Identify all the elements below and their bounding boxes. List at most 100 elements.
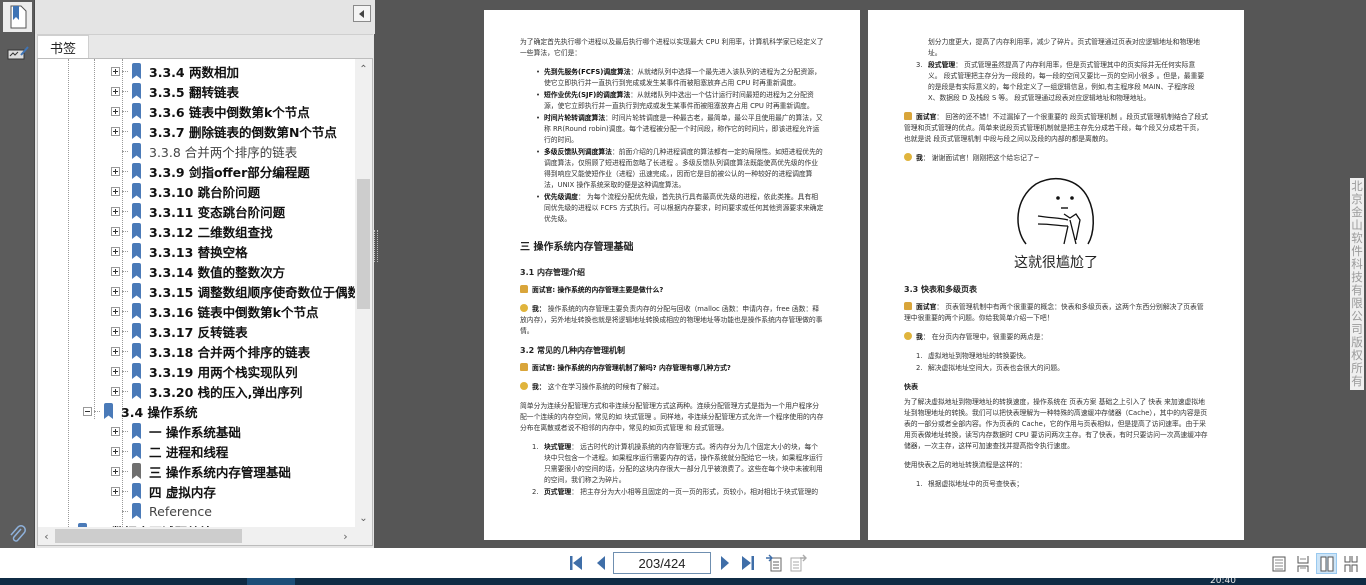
attachments-panel-button[interactable] xyxy=(3,520,32,550)
signature-panel-button[interactable] xyxy=(3,38,32,68)
scroll-left-icon[interactable]: ‹ xyxy=(38,527,55,545)
bookmark-item[interactable]: 3.3.17 反转链表 xyxy=(111,321,248,341)
bookmark-icon xyxy=(132,223,141,239)
bookmark-label: 3.3.11 变态跳台阶问题 xyxy=(149,204,286,220)
tree-connector xyxy=(122,230,128,232)
scroll-right-icon[interactable]: › xyxy=(337,527,354,545)
expand-icon[interactable] xyxy=(111,386,120,396)
bookmark-icon xyxy=(132,323,141,339)
list-item-text: ： 页式管理虽然提高了内存利用率，但是页式管理其中的页实际并无任何实际意义。 段… xyxy=(928,61,1205,102)
bookmark-icon xyxy=(132,123,141,139)
bookmark-item[interactable]: 3.3.14 数值的整数次方 xyxy=(111,261,285,281)
list-item: 时间片轮转调度算法：时间片轮转调度是一种最古老，最简单，最公平且使用最广的算法，… xyxy=(536,113,824,146)
bookmark-label: Reference xyxy=(149,503,212,519)
points-list: 1. 虚拟地址到物理地址的转换要快。 2. 解决虚拟地址空间大，页表也会很大的问题。 xyxy=(916,351,1208,374)
question-text: 面试官: 操作系统的内存管理机制了解吗? 内存管理有哪几种方式? xyxy=(532,364,731,372)
bookmark-item[interactable]: 3.3.10 跳台阶问题 xyxy=(111,181,260,201)
expand-icon[interactable] xyxy=(111,66,120,76)
bookmark-item[interactable]: 二 进程和线程 xyxy=(111,441,228,461)
list-item: 1. 块式管理： 远古时代的计算机操系统的内存管理方式。将内存分为几个固定大小的块… xyxy=(532,442,824,486)
bookmark-item[interactable]: 3.3.7 删除链表的倒数第N个节点 xyxy=(111,121,337,141)
expand-icon[interactable] xyxy=(111,326,120,336)
bookmark-item[interactable]: 3.3.4 两数相加 xyxy=(111,61,239,81)
bookmark-item[interactable]: 3.3.18 合并两个排序的链表 xyxy=(111,341,310,361)
vertical-scrollbar[interactable]: ⌃ ⌄ xyxy=(355,59,372,527)
document-view: 为了确定首先执行哪个进程以及最后执行哪个进程以实现最大 CPU 利用率，计算机科… xyxy=(378,0,1366,548)
view-two-page-continuous-button[interactable] xyxy=(1340,553,1361,574)
expand-icon[interactable] xyxy=(111,266,120,276)
bookmark-item[interactable]: 3.4 操作系统 xyxy=(83,401,198,421)
bookmark-tree: 3.3.4 两数相加 3.3.5 翻转链表 3.3.6 链表中倒数第k个节点 3.3.… xyxy=(38,59,356,527)
bookmark-item[interactable]: 3.3.19 用两个栈实现队列 xyxy=(111,361,298,381)
expand-icon[interactable] xyxy=(111,126,120,136)
previous-page-button[interactable] xyxy=(592,554,610,572)
list-item: 2. 解决虚拟地址空间大，页表也会很大的问题。 xyxy=(916,363,1208,374)
bookmark-item[interactable]: 3.3.15 调整数组顺序使奇数位于偶数前面 xyxy=(111,281,356,301)
taskbar-active-app[interactable] xyxy=(247,578,295,585)
bookmark-label: 3.3.18 合并两个排序的链表 xyxy=(149,344,311,360)
scroll-up-icon[interactable]: ⌃ xyxy=(355,61,372,78)
interviewer-question: 面试官： 页表管理机制中有两个很重要的概念：快表和多级页表，这两个东西分别解决了… xyxy=(904,302,1208,324)
expand-icon[interactable] xyxy=(111,246,120,256)
expand-icon[interactable] xyxy=(111,106,120,116)
page-number-input[interactable] xyxy=(613,552,711,574)
expand-icon[interactable] xyxy=(111,186,120,196)
list-item: 3. 段式管理： 页式管理虽然提高了内存利用率，但是页式管理其中的页实际并无任何实… xyxy=(916,60,1208,104)
expand-icon[interactable] xyxy=(111,366,120,376)
last-page-button[interactable] xyxy=(739,554,757,572)
bookmark-item[interactable]: 3.3.20 栈的压入,弹出序列 xyxy=(111,381,302,401)
bookmark-item[interactable]: 3.3.8 合并两个排序的链表 xyxy=(111,141,297,161)
meme-drawing xyxy=(1017,177,1094,245)
interviewer-icon xyxy=(904,112,912,120)
expand-icon[interactable] xyxy=(111,226,120,236)
bookmark-item[interactable]: 一 操作系统基础 xyxy=(111,421,241,441)
previous-view-button[interactable] xyxy=(765,554,783,572)
tree-connector xyxy=(122,150,128,152)
bookmark-item[interactable]: 3.3.6 链表中倒数第k个节点 xyxy=(111,101,310,121)
continuous-page-icon xyxy=(1297,555,1308,572)
bookmark-item[interactable]: Reference xyxy=(111,501,212,521)
expand-icon[interactable] xyxy=(111,426,120,436)
expand-icon[interactable] xyxy=(111,466,120,476)
bookmark-label: 3.3.6 链表中倒数第k个节点 xyxy=(149,104,310,120)
left-icon-rail xyxy=(0,0,34,548)
bookmarks-panel-button[interactable] xyxy=(3,2,32,32)
bookmark-item[interactable]: 3.3.12 二维数组查找 xyxy=(111,221,273,241)
scrollbar-thumb[interactable] xyxy=(357,179,370,309)
bookmark-item[interactable]: 3.3.11 变态跳台阶问题 xyxy=(111,201,285,221)
tab-bookmarks[interactable]: 书签 xyxy=(37,35,89,59)
next-view-button[interactable] xyxy=(789,554,807,572)
expand-icon[interactable] xyxy=(111,86,120,96)
expand-icon[interactable] xyxy=(111,306,120,316)
scroll-down-icon[interactable]: ⌄ xyxy=(355,510,372,527)
bookmark-label: 一 操作系统基础 xyxy=(149,424,241,440)
bookmark-item[interactable]: 四 虚拟内存 xyxy=(111,481,216,501)
horizontal-scrollbar-thumb[interactable] xyxy=(55,529,242,543)
bookmark-icon xyxy=(132,303,141,319)
list-item: 先到先服务(FCFS)调度算法：从就绪队列中选择一个最先进入该队列的进程为之分配… xyxy=(536,67,824,89)
collapse-panel-button[interactable] xyxy=(353,5,371,22)
flow-intro: 使用快表之后的地址转换流程是这样的： xyxy=(904,461,1027,469)
view-two-page-button[interactable] xyxy=(1316,553,1337,574)
tree-connector xyxy=(122,330,128,332)
collapse-icon[interactable] xyxy=(83,406,92,416)
bookmark-item[interactable]: 三 操作系统内存管理基础 xyxy=(111,461,291,481)
view-continuous-button[interactable] xyxy=(1292,553,1313,574)
bookmark-item[interactable]: 3.3.13 替换空格 xyxy=(111,241,248,261)
list-item: 多级反馈队列调度算法：前面介绍的几种进程调度的算法都有一定的局限性。如短进程优先… xyxy=(536,147,824,191)
expand-icon[interactable] xyxy=(111,166,120,176)
bookmark-item[interactable]: 3.3.16 链表中倒数第k个节点 xyxy=(111,301,318,321)
bookmark-item[interactable]: 3.3.9 剑指offer部分编程题 xyxy=(111,161,310,181)
expand-icon[interactable] xyxy=(111,346,120,356)
tree-connector xyxy=(122,270,128,272)
horizontal-scrollbar[interactable]: ‹ › xyxy=(38,527,356,545)
next-page-button[interactable] xyxy=(716,554,734,572)
list-item: 划分力度更大，提高了内存利用率，减少了碎片。页式管理通过页表对应逻辑地址和物理地… xyxy=(916,37,1208,59)
bookmark-item[interactable]: 3.3.5 翻转链表 xyxy=(111,81,239,101)
first-page-button[interactable] xyxy=(567,554,585,572)
view-single-page-button[interactable] xyxy=(1268,553,1289,574)
expand-icon[interactable] xyxy=(111,286,120,296)
expand-icon[interactable] xyxy=(111,206,120,216)
expand-icon[interactable] xyxy=(111,446,120,456)
expand-icon[interactable] xyxy=(111,486,120,496)
